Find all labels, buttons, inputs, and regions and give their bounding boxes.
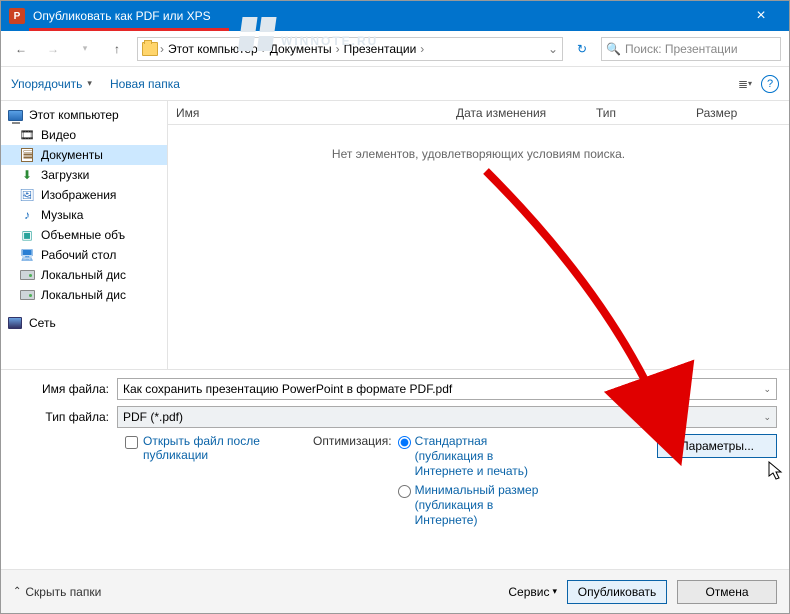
- drive-icon: [19, 267, 35, 283]
- sidebar-item-this-pc[interactable]: Этот компьютер: [1, 105, 167, 125]
- close-icon[interactable]: ×: [741, 7, 781, 25]
- col-name[interactable]: Имя: [168, 106, 448, 120]
- search-placeholder: Поиск: Презентации: [625, 42, 738, 56]
- address-bar[interactable]: › Этот компьютер › Документы › Презентац…: [137, 37, 563, 61]
- tools-menu[interactable]: Сервис▾: [508, 585, 557, 599]
- recent-dropdown[interactable]: ▾: [73, 37, 97, 61]
- network-icon: [7, 315, 23, 331]
- chevron-right-icon: ›: [262, 42, 266, 56]
- sidebar-item-downloads[interactable]: ⬇Загрузки: [1, 165, 167, 185]
- col-date[interactable]: Дата изменения: [448, 106, 588, 120]
- desktop-icon: 🖥: [19, 247, 35, 263]
- optimize-minimum-radio[interactable]: Минимальный размер (публикация в Интерне…: [398, 483, 548, 528]
- column-headers: Имя Дата изменения Тип Размер: [168, 101, 789, 125]
- document-icon: [19, 147, 35, 163]
- chevron-right-icon: ›: [420, 42, 424, 56]
- address-dropdown[interactable]: ⌄: [548, 42, 558, 56]
- filetype-label: Тип файла:: [13, 410, 117, 424]
- cube-icon: ▣: [19, 227, 35, 243]
- search-input[interactable]: 🔍 Поиск: Презентации: [601, 37, 781, 61]
- col-type[interactable]: Тип: [588, 106, 688, 120]
- sidebar-item-network[interactable]: Сеть: [1, 313, 167, 333]
- toolbar: Упорядочить Новая папка ≣▾ ?: [1, 67, 789, 101]
- search-icon: 🔍: [606, 42, 621, 56]
- options-button[interactable]: Параметры...: [657, 434, 777, 458]
- sidebar-item-music[interactable]: ♪Музыка: [1, 205, 167, 225]
- picture-icon: 🖼: [19, 187, 35, 203]
- sidebar: Этот компьютер 🎞Видео Документы ⬇Загрузк…: [1, 101, 168, 369]
- download-icon: ⬇: [19, 167, 35, 183]
- optimize-standard-radio[interactable]: Стандартная (публикация в Интернете и пе…: [398, 434, 548, 479]
- chevron-up-icon: ⌃: [13, 586, 21, 597]
- breadcrumb-seg[interactable]: Документы: [268, 42, 334, 56]
- back-button[interactable]: ←: [9, 37, 33, 61]
- up-button[interactable]: ↑: [105, 37, 129, 61]
- view-mode-button[interactable]: ≣▾: [735, 75, 755, 93]
- new-folder-button[interactable]: Новая папка: [110, 77, 180, 91]
- refresh-button[interactable]: ↻: [571, 42, 593, 56]
- filename-field[interactable]: Как сохранить презентацию PowerPoint в ф…: [117, 378, 777, 400]
- sidebar-item-desktop[interactable]: 🖥Рабочий стол: [1, 245, 167, 265]
- sidebar-item-pictures[interactable]: 🖼Изображения: [1, 185, 167, 205]
- music-icon: ♪: [19, 207, 35, 223]
- sidebar-item-drive[interactable]: Локальный дис: [1, 265, 167, 285]
- folder-icon: [142, 42, 158, 56]
- sidebar-item-3dobjects[interactable]: ▣Объемные объ: [1, 225, 167, 245]
- filename-label: Имя файла:: [13, 382, 117, 396]
- navbar: ← → ▾ ↑ › Этот компьютер › Документы › П…: [1, 31, 789, 67]
- optimization-label: Оптимизация:: [313, 434, 392, 528]
- save-form: Имя файла: Как сохранить презентацию Pow…: [1, 369, 789, 532]
- chevron-down-icon: ▾: [552, 586, 557, 597]
- sidebar-item-drive[interactable]: Локальный дис: [1, 285, 167, 305]
- chevron-down-icon[interactable]: ⌄: [763, 412, 771, 423]
- cancel-button[interactable]: Отмена: [677, 580, 777, 604]
- forward-button[interactable]: →: [41, 37, 65, 61]
- footer: ⌃Скрыть папки Сервис▾ Опубликовать Отмен…: [1, 569, 789, 613]
- sidebar-item-videos[interactable]: 🎞Видео: [1, 125, 167, 145]
- video-icon: 🎞: [19, 127, 35, 143]
- chevron-down-icon[interactable]: ⌄: [763, 384, 771, 395]
- sidebar-item-documents[interactable]: Документы: [1, 145, 167, 165]
- organize-menu[interactable]: Упорядочить: [11, 77, 92, 91]
- breadcrumb-seg[interactable]: Презентации: [342, 42, 419, 56]
- title-underline: [29, 28, 229, 31]
- app-icon: P: [9, 8, 25, 24]
- chevron-right-icon: ›: [336, 42, 340, 56]
- hide-folders-toggle[interactable]: ⌃Скрыть папки: [13, 585, 101, 599]
- drive-icon: [19, 287, 35, 303]
- help-icon[interactable]: ?: [761, 75, 779, 93]
- breadcrumb-seg[interactable]: Этот компьютер: [166, 42, 260, 56]
- titlebar: P Опубликовать как PDF или XPS ×: [1, 1, 789, 31]
- cursor-icon: [768, 461, 786, 483]
- col-size[interactable]: Размер: [688, 106, 789, 120]
- window-title: Опубликовать как PDF или XPS: [33, 9, 741, 23]
- file-pane: Имя Дата изменения Тип Размер Нет элемен…: [168, 101, 789, 369]
- filetype-combo[interactable]: PDF (*.pdf)⌄: [117, 406, 777, 428]
- publish-button[interactable]: Опубликовать: [567, 580, 667, 604]
- open-after-checkbox[interactable]: Открыть файл после публикации: [125, 434, 285, 462]
- empty-message: Нет элементов, удовлетворяющих условиям …: [168, 125, 789, 161]
- chevron-right-icon: ›: [160, 42, 164, 56]
